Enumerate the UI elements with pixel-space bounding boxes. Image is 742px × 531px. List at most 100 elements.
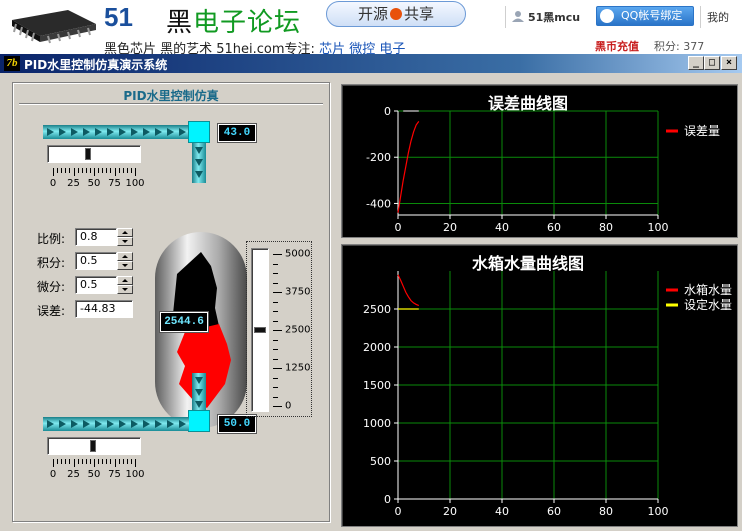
pid-field-input[interactable]: 0.8 bbox=[75, 228, 117, 246]
scale-tick bbox=[65, 168, 67, 173]
x-tick-label: 0 bbox=[395, 221, 402, 234]
scale-tick bbox=[57, 168, 59, 173]
user-name-link[interactable]: 51黑mcu bbox=[528, 9, 580, 25]
spin-button[interactable] bbox=[117, 228, 133, 246]
inlet-down-pipe bbox=[192, 143, 206, 183]
level-setpoint-slider[interactable]: 5000 3750 2500 1250 0 bbox=[246, 241, 312, 417]
x-tick-label: 80 bbox=[599, 221, 613, 234]
scale-tick bbox=[118, 459, 120, 464]
scale-tick bbox=[53, 168, 54, 176]
spin-up-icon[interactable] bbox=[117, 276, 133, 285]
credits-text[interactable]: 积分: 377 bbox=[654, 38, 704, 54]
scale-label: 75 bbox=[108, 469, 121, 480]
x-tick-label: 0 bbox=[395, 505, 402, 518]
spin-button[interactable] bbox=[117, 276, 133, 294]
open-share-button[interactable]: 开源 共享 bbox=[326, 1, 466, 27]
scale-tick bbox=[126, 168, 128, 173]
scale-tick bbox=[273, 396, 278, 398]
y-tick-label: 2500 bbox=[363, 303, 391, 316]
scale-tick bbox=[98, 168, 100, 173]
app-icon[interactable]: 7b bbox=[4, 56, 20, 71]
scale-tick bbox=[98, 459, 100, 464]
inlet-slider[interactable] bbox=[47, 145, 141, 163]
x-tick-label: 100 bbox=[648, 505, 669, 518]
flow-arrow-icon bbox=[131, 420, 138, 428]
scale-tick bbox=[57, 459, 59, 464]
chart-title: 水箱水量曲线图 bbox=[472, 254, 584, 273]
app-window: 7b PID水里控制仿真演示系统 _ □ × PID水里控制仿真 43.0 02… bbox=[0, 54, 742, 531]
scale-tick bbox=[114, 459, 116, 467]
minimize-button[interactable]: _ bbox=[688, 56, 704, 70]
open-share-right: 共享 bbox=[404, 5, 435, 23]
scale-tick bbox=[114, 168, 116, 176]
scale-tick bbox=[122, 459, 124, 464]
scale-tick bbox=[73, 459, 75, 467]
flow-arrow-icon bbox=[71, 420, 78, 428]
spin-up-icon[interactable] bbox=[117, 252, 133, 261]
level-slider-scale: 5000 3750 2500 1250 0 bbox=[273, 249, 313, 412]
scale-tick bbox=[85, 168, 87, 173]
site-logo-51[interactable]: 51 bbox=[104, 2, 133, 33]
flow-arrow-icon bbox=[95, 128, 102, 136]
inlet-slider-thumb[interactable] bbox=[84, 148, 91, 160]
scale-label: 50 bbox=[87, 469, 101, 480]
flow-arrow-icon bbox=[119, 420, 126, 428]
spin-up-icon[interactable] bbox=[117, 228, 133, 237]
scale-label: 100 bbox=[125, 469, 145, 480]
series-line bbox=[397, 274, 420, 307]
my-menu-link[interactable]: 我的 bbox=[707, 9, 729, 25]
spin-button[interactable] bbox=[117, 252, 133, 270]
pid-field-label: 误差: bbox=[37, 304, 66, 318]
level-slider-track[interactable] bbox=[251, 248, 269, 412]
tank-volume-chart-canvas: 水箱水量曲线图 0 20 40 60 80 100 2500 2000 1500 1000 500 0 水… bbox=[363, 254, 732, 518]
outlet-slider[interactable] bbox=[47, 437, 141, 455]
scale-label: 2500 bbox=[285, 324, 311, 336]
scale-tick bbox=[126, 459, 128, 464]
flow-arrow-icon bbox=[179, 420, 186, 428]
spin-down-icon[interactable] bbox=[117, 237, 133, 246]
pid-field-input[interactable]: -44.83 bbox=[75, 300, 133, 318]
scale-tick bbox=[89, 168, 91, 173]
maximize-button[interactable]: □ bbox=[704, 56, 720, 70]
scale-tick bbox=[118, 168, 120, 173]
qq-bind-label: QQ帐号绑定 bbox=[621, 9, 683, 22]
scale-tick bbox=[135, 459, 136, 467]
site-logo-hei: 黑 bbox=[166, 8, 194, 38]
outlet-slider-thumb[interactable] bbox=[90, 440, 96, 452]
error-chart: 误差曲线图 0 20 40 60 80 100 0 -200 -400 误差量 bbox=[341, 84, 738, 238]
flow-arrow-icon bbox=[83, 420, 90, 428]
pid-field-input[interactable]: 0.5 bbox=[75, 276, 117, 294]
header-divider bbox=[505, 6, 506, 28]
spin-down-icon[interactable] bbox=[117, 261, 133, 270]
scale-tick bbox=[273, 282, 278, 284]
scale-tick bbox=[273, 320, 278, 322]
flow-arrow-icon bbox=[179, 128, 186, 136]
scale-tick bbox=[61, 459, 63, 464]
chart-title: 误差曲线图 bbox=[488, 94, 568, 113]
flow-arrow-icon bbox=[107, 128, 114, 136]
recharge-link[interactable]: 黑币充值 bbox=[595, 38, 639, 54]
outlet-valve bbox=[188, 410, 210, 432]
scale-tick bbox=[273, 387, 278, 388]
spin-down-icon[interactable] bbox=[117, 285, 133, 294]
user-icon bbox=[512, 11, 524, 22]
scale-label: 25 bbox=[67, 469, 80, 480]
x-tick-label: 100 bbox=[648, 221, 669, 234]
flow-arrow-icon bbox=[195, 171, 203, 178]
pid-field-label: 积分: bbox=[37, 256, 66, 270]
close-button[interactable]: × bbox=[721, 56, 737, 70]
x-tick-label: 80 bbox=[599, 505, 613, 518]
chip-logo-icon bbox=[12, 10, 96, 44]
scale-tick bbox=[273, 377, 278, 379]
scale-tick bbox=[273, 301, 278, 303]
qq-bind-button[interactable]: QQ帐号绑定 bbox=[596, 6, 694, 26]
outlet-flow-readout: 50.0 bbox=[217, 414, 257, 434]
window-titlebar[interactable]: 7b PID水里控制仿真演示系统 _ □ × bbox=[0, 54, 742, 73]
pid-field-input[interactable]: 0.5 bbox=[75, 252, 117, 270]
scale-tick bbox=[69, 168, 71, 173]
site-logo-text[interactable]: 黑电子论坛 bbox=[166, 2, 301, 39]
panel-divider bbox=[19, 103, 323, 105]
level-slider-thumb[interactable] bbox=[254, 326, 266, 333]
scale-tick bbox=[73, 168, 75, 176]
scale-tick bbox=[110, 168, 112, 173]
